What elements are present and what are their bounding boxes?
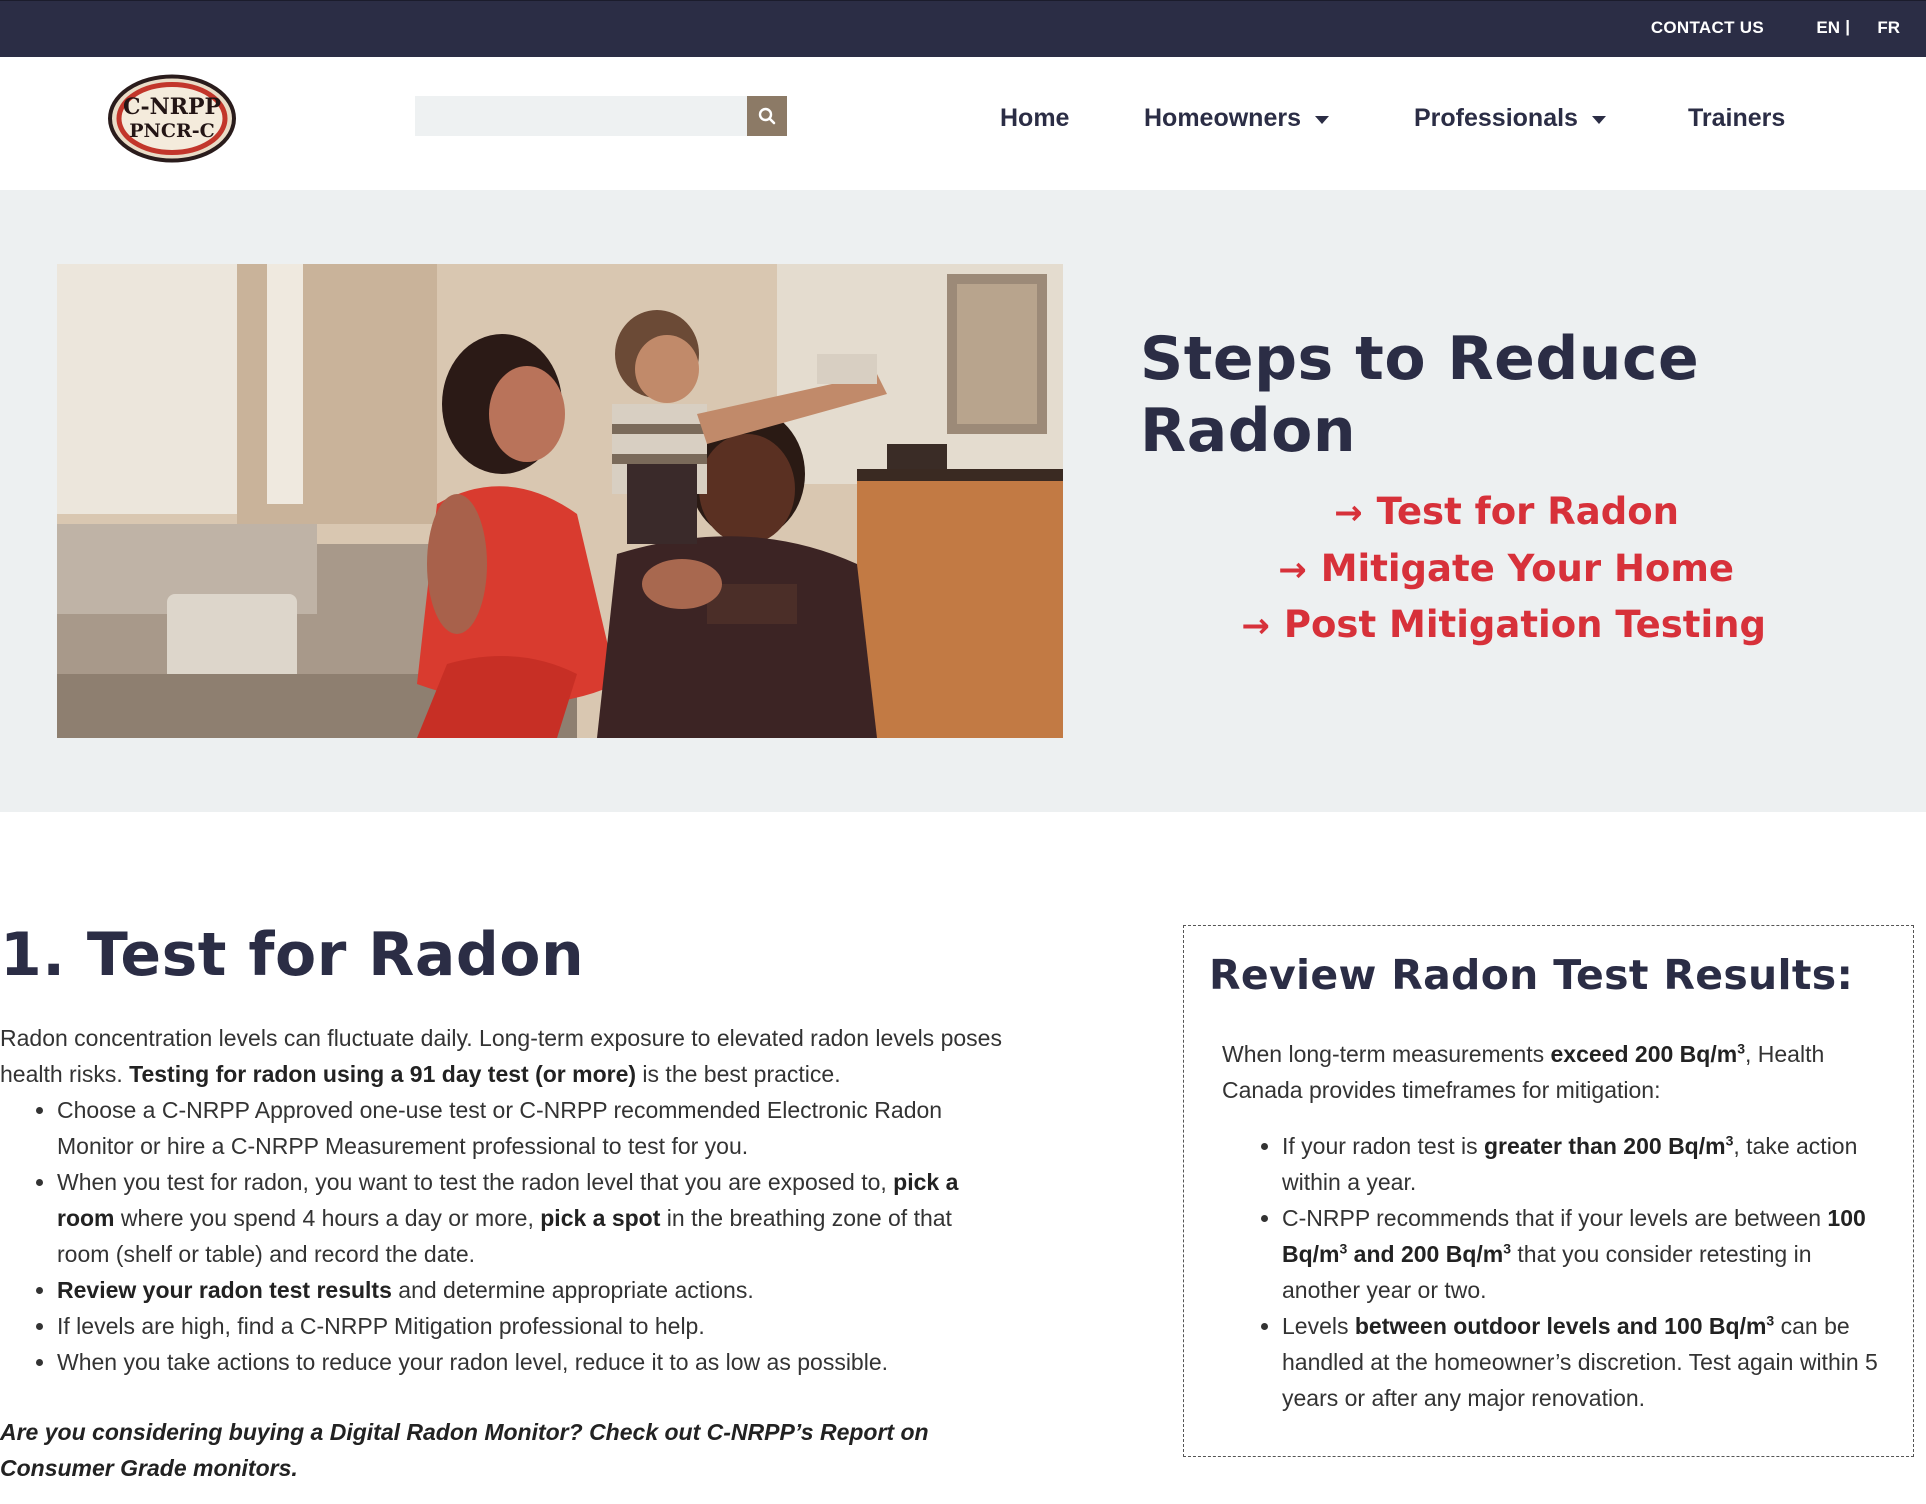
list-item: When you take actions to reduce your rad… (57, 1344, 1010, 1380)
value: greater than 200 Bq/m (1483, 1133, 1726, 1159)
family-photo-illustration (57, 264, 1063, 738)
intro-text-end: is the best practice. (636, 1061, 841, 1087)
top-bar: CONTACT US EN | FR (0, 0, 1926, 57)
arrow-right-icon: → (1334, 493, 1363, 533)
arrow-right-icon: → (1278, 550, 1307, 590)
caret-down-icon (1591, 115, 1606, 124)
nav-professionals-label: Professionals (1414, 104, 1578, 132)
language-fr-link[interactable]: FR (1877, 18, 1900, 38)
nav-home-label: Home (1000, 104, 1070, 132)
section-title-test-for-radon: 1. Test for Radon (0, 920, 585, 990)
logo-line2: PNCR-C (129, 120, 215, 142)
list-item: If your radon test is greater than 200 B… (1282, 1128, 1882, 1200)
language-separator: | (1845, 17, 1850, 36)
list-item-text: Levels (1282, 1313, 1355, 1339)
nav-trainers-label: Trainers (1688, 104, 1786, 132)
list-item-emphasis: pick a spot (540, 1205, 661, 1231)
logo-line1: C-NRPP (123, 94, 221, 120)
list-item-text: When you take actions to reduce your rad… (57, 1349, 889, 1375)
review-intro-emphasis: exceed 200 Bq/m3 (1551, 1041, 1745, 1067)
nav-homeowners-label: Homeowners (1144, 104, 1301, 132)
list-item-text: If your radon test is (1282, 1133, 1484, 1159)
hero-link-mitigate-your-home[interactable]: → Mitigate Your Home (1278, 547, 1734, 590)
review-body: When long-term measurements exceed 200 B… (1222, 1036, 1882, 1416)
nav-professionals[interactable]: Professionals (1414, 104, 1606, 133)
hero-link-label: Test for Radon (1376, 490, 1679, 533)
list-item-text: C-NRPP recommends that if your levels ar… (1282, 1205, 1828, 1231)
search-box (415, 96, 787, 136)
value: and 200 Bq/m (1347, 1241, 1504, 1267)
hero-link-label: Mitigate Your Home (1320, 547, 1734, 590)
superscript: 3 (1737, 1040, 1745, 1057)
list-item-text: Choose a C-NRPP Approved one-use test or… (57, 1097, 943, 1159)
list-item: When you test for radon, you want to tes… (57, 1164, 1010, 1272)
search-input[interactable] (415, 96, 747, 136)
list-item-text: When you test for radon, you want to tes… (57, 1169, 894, 1195)
superscript: 3 (1503, 1240, 1512, 1257)
hero-link-label: Post Mitigation Testing (1283, 603, 1766, 646)
hero-link-test-for-radon[interactable]: → Test for Radon (1334, 490, 1679, 533)
digital-monitor-report-note[interactable]: Are you considering buying a Digital Rad… (0, 1414, 1010, 1486)
value: between outdoor levels and 100 Bq/m (1354, 1313, 1767, 1339)
hero-section: Steps to Reduce Radon → Test for Radon → M… (0, 190, 1926, 812)
nav-trainers[interactable]: Trainers (1688, 104, 1785, 133)
cnrpp-logo: C-NRPP PNCR-C (108, 74, 236, 163)
nav-homeowners[interactable]: Homeowners (1144, 104, 1329, 133)
caret-down-icon (1314, 115, 1329, 124)
nav-home[interactable]: Home (1000, 104, 1069, 133)
intro-emphasis: Testing for radon using a 91 day test (o… (129, 1061, 637, 1087)
list-item-text: where you spend 4 hours a day or more, (114, 1205, 541, 1231)
search-icon (758, 107, 776, 125)
review-intro-text: When long-term measurements (1222, 1041, 1551, 1067)
list-item: C-NRPP recommends that if your levels ar… (1282, 1200, 1882, 1308)
section-intro: Radon concentration levels can fluctuate… (0, 1020, 1010, 1092)
contact-us-link[interactable]: CONTACT US (1651, 18, 1764, 38)
list-item: If levels are high, find a C-NRPP Mitiga… (57, 1308, 1010, 1344)
list-item: Levels between outdoor levels and 100 Bq… (1282, 1308, 1882, 1416)
search-button[interactable] (747, 96, 787, 136)
family-photo (57, 264, 1063, 738)
site-header: C-NRPP PNCR-C Home Homeowners Profession… (0, 57, 1926, 190)
hero-link-post-mitigation-testing[interactable]: → Post Mitigation Testing (1241, 603, 1766, 646)
section-test-for-radon-body: Radon concentration levels can fluctuate… (0, 1020, 1010, 1380)
list-item: Review your radon test results and deter… (57, 1272, 1010, 1308)
list-item-emphasis: greater than 200 Bq/m3 (1484, 1133, 1733, 1159)
review-intro-value: exceed 200 Bq/m (1550, 1041, 1738, 1067)
list-item-text: and determine appropriate actions. (391, 1277, 754, 1303)
test-steps-list: Choose a C-NRPP Approved one-use test or… (57, 1092, 1010, 1380)
hero-title: Steps to Reduce Radon (1140, 324, 1700, 466)
list-item: Choose a C-NRPP Approved one-use test or… (57, 1092, 1010, 1164)
list-item-emphasis: between outdoor levels and 100 Bq/m3 (1355, 1313, 1774, 1339)
review-results-box: Review Radon Test Results: When long-ter… (1183, 925, 1914, 1457)
review-list: If your radon test is greater than 200 B… (1282, 1128, 1882, 1416)
list-item-emphasis: Review your radon test results (57, 1277, 392, 1303)
review-title: Review Radon Test Results: (1209, 951, 1854, 999)
language-en-link[interactable]: EN (1816, 18, 1840, 38)
review-intro: When long-term measurements exceed 200 B… (1222, 1036, 1882, 1108)
list-item-text: If levels are high, find a C-NRPP Mitiga… (57, 1313, 705, 1339)
arrow-right-icon: → (1241, 606, 1270, 646)
